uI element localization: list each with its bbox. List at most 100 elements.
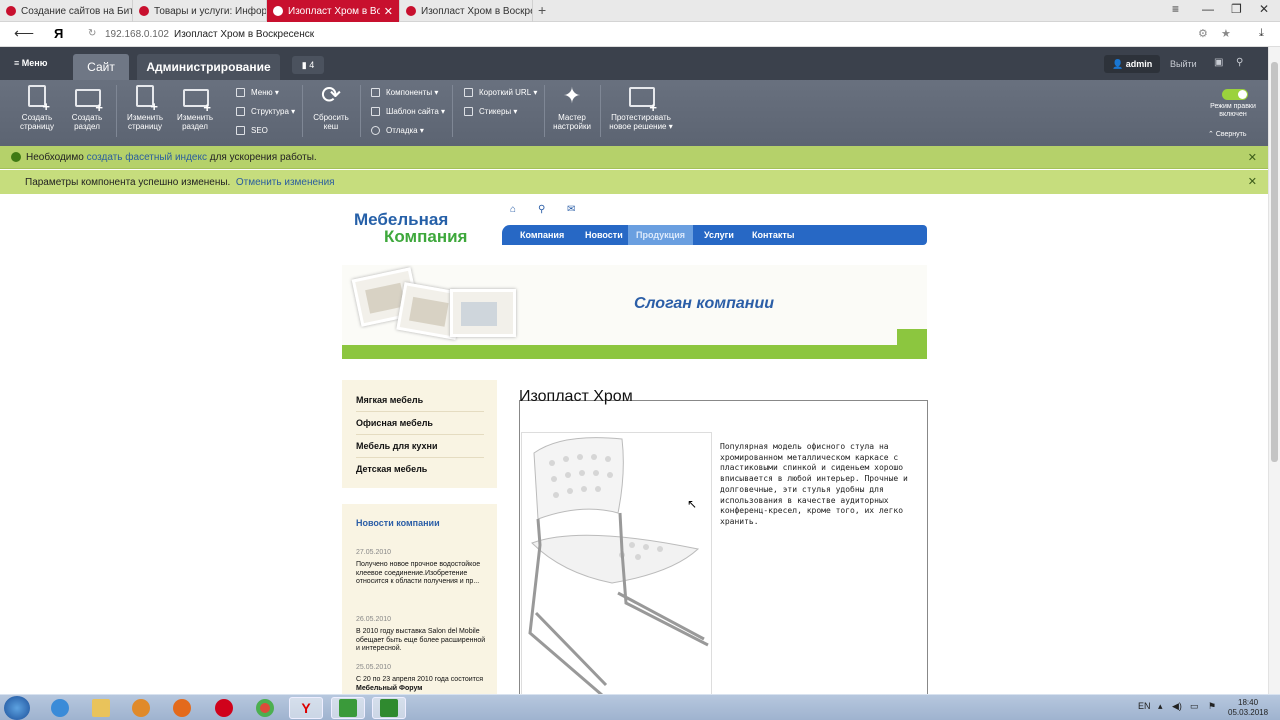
reset-cache-button[interactable]: ⟳ Сбросить кеш [309,83,353,132]
flag-icon[interactable]: ⚑ [1208,701,1216,712]
firefox-taskbar-icon[interactable] [165,697,199,719]
menu-dropdown[interactable]: Меню ▾ [236,88,279,97]
site-template-dropdown[interactable]: Шаблон сайта ▾ [371,107,445,116]
news-heading[interactable]: Новости компании [356,518,440,528]
product-image[interactable] [521,432,712,697]
windows-taskbar: Y EN ▴ ◀) ▭ ⚑ 18:40 05.03.2018 [0,694,1280,720]
edit-section-button[interactable]: Изменитьраздел [172,83,218,131]
collapse-panel-link[interactable]: ⌃ Свернуть [1208,130,1247,138]
nav-item-contacts[interactable]: Контакты [744,225,802,245]
debug-dropdown[interactable]: Отладка ▾ [371,126,424,135]
camtasia-recorder-taskbar-icon[interactable] [372,697,406,719]
nav-item-company[interactable]: Компания [512,225,572,245]
settings-icon[interactable]: ▣ [1214,57,1223,68]
camtasia-taskbar-icon[interactable] [331,697,365,719]
check-circle-icon [11,152,21,162]
close-tab-icon[interactable]: ✕ [380,5,393,18]
volume-icon[interactable]: ◀) [1172,701,1182,712]
bookmark-star-icon[interactable]: ★ [1221,27,1231,40]
sidebar-item-kids-furniture[interactable]: Детская мебель [356,464,427,474]
components-dropdown[interactable]: Компоненты ▾ [371,88,438,97]
new-folder-icon [74,83,103,112]
test-new-solution-button[interactable]: Протестироватьновое решение ▾ [606,83,676,131]
structure-dropdown[interactable]: Структура ▾ [236,107,295,116]
language-indicator[interactable]: EN [1138,701,1151,711]
back-arrow-icon[interactable]: ⟵ [14,25,34,42]
debug-icon [371,126,380,135]
browser-menu-icon[interactable]: ≡ [1172,2,1179,16]
edit-mode-label: Режим правки включен [1210,103,1256,118]
opera-taskbar-icon[interactable] [207,697,241,719]
component-saved-alert: Параметры компонента успешно изменены. О… [0,170,1268,194]
home-icon[interactable]: ⌂ [510,204,516,215]
bitrix-favicon-icon [6,6,16,16]
browser-tab-3-active[interactable]: Изопласт Хром в Воскресенск✕ [267,0,400,22]
create-page-button[interactable]: Создатьстраницу [14,83,60,131]
new-tab-button[interactable]: + [538,2,546,18]
create-section-button[interactable]: Создатьраздел [64,83,110,131]
stickers-dropdown[interactable]: Стикеры ▾ [464,107,517,116]
bitrix-admin-panel: ≡ Меню Сайт Администрирование ▮ 4 👤 admi… [0,47,1268,146]
network-icon[interactable]: ▭ [1190,701,1199,712]
browser-tab-2[interactable]: Товары и услуги: Информаци [133,0,267,22]
main-navigation: Компания Новости Продукция Услуги Контак… [502,225,927,245]
banner-green-stripe [342,329,927,359]
edit-page-button[interactable]: Изменитьстраницу [122,83,168,131]
tab-administration[interactable]: Администрирование [137,54,280,80]
edit-page-icon [132,83,158,111]
browser-tab-1[interactable]: Создание сайтов на Битрикс [0,0,133,22]
mail-icon[interactable]: ✉ [567,204,575,215]
sidebar-item-kitchen-furniture[interactable]: Мебель для кухни [356,441,437,451]
browser-tab-4[interactable]: Изопласт Хром в Воскресенск [400,0,533,22]
address-bar: ⟵ Я ↻ 192.168.0.102 Изопласт Хром в Воск… [0,22,1280,47]
setup-wizard-button[interactable]: ✦ Мастер настройки [549,83,595,131]
page-scrollbar[interactable] [1268,47,1280,694]
yandex-browser-taskbar-icon[interactable]: Y [289,697,323,719]
seo-button[interactable]: SEO [236,126,268,135]
edit-mode-toggle[interactable] [1222,89,1248,100]
user-button[interactable]: 👤 admin [1104,55,1161,73]
close-alert-icon[interactable]: ✕ [1248,175,1257,188]
seo-chart-icon [236,126,245,135]
tab-site[interactable]: Сайт [73,54,129,80]
sidebar-item-office-furniture[interactable]: Офисная мебель [356,418,433,428]
undo-changes-link[interactable]: Отменить изменения [236,177,335,188]
pin-icon[interactable]: ⚲ [1236,57,1243,68]
explorer-taskbar-icon[interactable] [84,697,118,719]
close-window-icon[interactable]: ✕ [1259,2,1269,16]
create-facet-index-link[interactable]: создать фасетный индекс [87,152,207,163]
sidebar-item-soft-furniture[interactable]: Мягкая мебель [356,395,423,405]
bitrix-favicon-icon [273,6,283,16]
windows-start-icon[interactable] [4,696,30,720]
logout-link[interactable]: Выйти [1170,59,1197,69]
reload-icon[interactable]: ↻ [88,28,96,39]
minimize-icon[interactable]: — [1202,2,1214,16]
admin-menu-button[interactable]: ≡ Меню [14,58,47,68]
maximize-icon[interactable]: ❐ [1231,2,1242,16]
chrome-taskbar-icon[interactable] [248,697,282,719]
news-text[interactable]: Получено новое прочное водостойкое клеев… [356,561,486,587]
site-logo-line2[interactable]: Компания [384,227,467,247]
media-player-taskbar-icon[interactable] [124,697,158,719]
download-icon[interactable]: ⤓ [1259,27,1264,40]
page-title-in-address[interactable]: Изопласт Хром в Воскресенск [174,29,314,40]
chair-illustration [528,437,709,697]
close-alert-icon[interactable]: ✕ [1248,151,1257,164]
ie-taskbar-icon[interactable] [43,697,77,719]
notifications-button[interactable]: ▮ 4 [292,56,324,74]
url-field[interactable]: 192.168.0.102 [105,29,169,40]
nav-item-services[interactable]: Услуги [696,225,742,245]
nav-item-products[interactable]: Продукция [628,225,693,245]
yandex-logo-icon[interactable]: Я [54,26,63,41]
system-clock[interactable]: 18:40 05.03.2018 [1228,698,1268,718]
short-url-dropdown[interactable]: Короткий URL ▾ [464,88,537,97]
nav-item-news[interactable]: Новости [577,225,631,245]
news-text[interactable]: В 2010 году выставка Salon del Mobile об… [356,628,486,654]
scrollbar-thumb[interactable] [1271,62,1278,462]
tray-arrow-icon[interactable]: ▴ [1158,701,1163,712]
browser-tab-bar: Создание сайтов на Битрикс Товары и услу… [0,0,1280,22]
search-icon[interactable]: ⚲ [538,204,545,215]
news-text[interactable]: С 20 по 23 апреля 2010 года состоится Ме… [356,676,486,693]
sidebar-divider [356,411,484,412]
extension-icon[interactable]: ⚙ [1198,27,1208,40]
